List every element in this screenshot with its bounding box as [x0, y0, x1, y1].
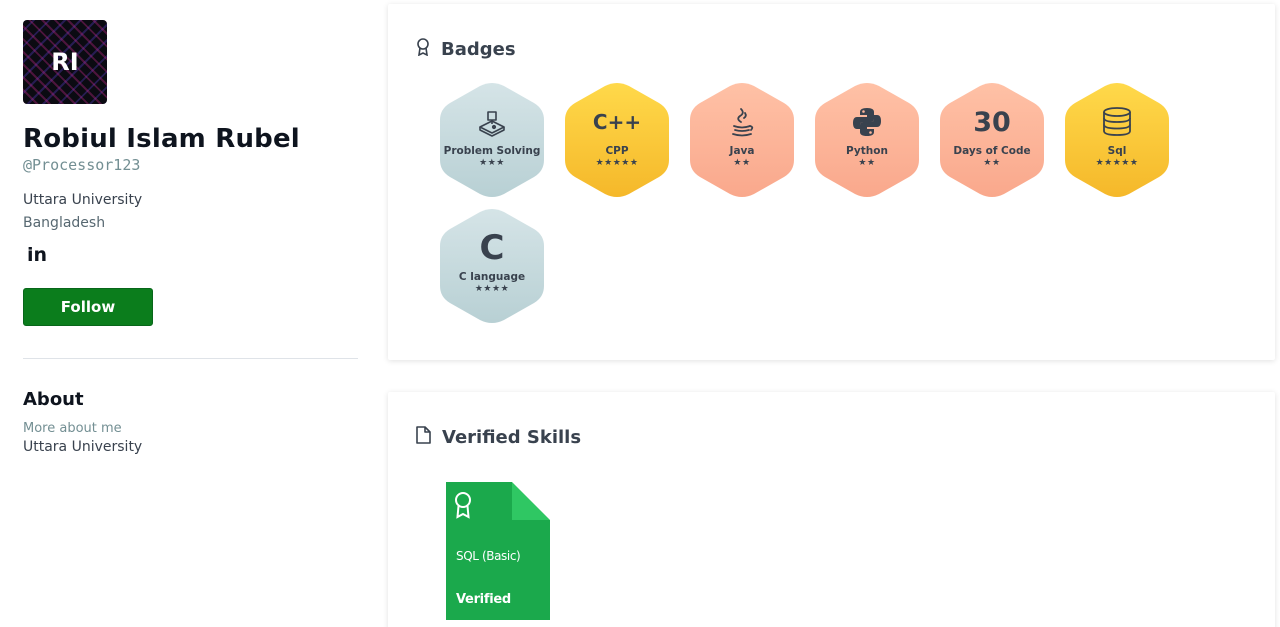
badge-stars: ★★	[858, 158, 876, 168]
badge-stars: ★★	[983, 158, 1001, 168]
badge-label: Sql	[1107, 145, 1127, 157]
badge-sql[interactable]: Sql ★★★★★	[1065, 82, 1169, 198]
verified-skills-header: Verified Skills	[416, 426, 581, 449]
badge-stars: ★★★★★	[595, 158, 639, 168]
badge-stars: ★★	[733, 158, 751, 168]
java-icon	[729, 106, 755, 138]
badge-label: Days of Code	[953, 145, 1031, 157]
badges-header: Badges	[416, 38, 516, 61]
skill-certificate-sql-basic[interactable]: SQL (Basic) Verified	[446, 482, 550, 620]
profile-school: Uttara University	[23, 192, 143, 208]
badges-card: Badges Problem Solving ★★★ C++ CPP ★★★★★…	[388, 4, 1275, 360]
about-subtitle: More about me	[23, 421, 122, 436]
python-icon	[852, 106, 882, 138]
profile-name: Robiul Islam Rubel	[23, 124, 300, 154]
badge-label: Java	[729, 145, 755, 157]
about-school: Uttara University	[23, 439, 143, 455]
cpp-icon-text: C++	[592, 110, 642, 134]
skill-status: Verified	[456, 592, 511, 607]
badge-java[interactable]: Java ★★	[690, 82, 794, 198]
avatar: RI	[23, 20, 107, 104]
document-icon	[416, 426, 431, 449]
c-icon: C	[479, 228, 505, 268]
badge-cpp[interactable]: C++ CPP ★★★★★	[565, 82, 669, 198]
problem-solving-icon	[477, 106, 507, 138]
badge-label: Python	[846, 145, 888, 157]
badge-label: C language	[458, 271, 526, 283]
verified-skills-card: Verified Skills SQL (Basic) Verified	[388, 392, 1275, 627]
skill-name: SQL (Basic)	[456, 549, 521, 563]
days-of-code-number: 30	[973, 106, 1011, 138]
badge-days-of-code[interactable]: 30 Days of Code ★★	[940, 82, 1044, 198]
database-icon	[1101, 106, 1133, 138]
badge-label: Problem Solving	[443, 145, 541, 157]
badge-stars: ★★★	[479, 158, 505, 168]
about-title: About	[23, 389, 84, 410]
profile-sidebar: RI Robiul Islam Rubel @Processor123 Utta…	[23, 20, 358, 455]
linkedin-icon[interactable]: in	[27, 244, 47, 266]
profile-handle: @Processor123	[23, 156, 141, 174]
badge-stars: ★★★★★	[1095, 158, 1139, 168]
certificate-ribbon-icon	[453, 491, 473, 523]
badge-ribbon-icon	[416, 38, 430, 61]
badge-c-language[interactable]: C C language ★★★★	[440, 208, 544, 324]
skill-card-fold	[512, 482, 550, 520]
days-of-code-icon: 30	[973, 106, 1011, 138]
follow-button[interactable]: Follow	[23, 288, 153, 326]
badge-stars: ★★★★	[474, 284, 510, 294]
badge-python[interactable]: Python ★★	[815, 82, 919, 198]
badge-label: CPP	[605, 145, 629, 157]
badge-problem-solving[interactable]: Problem Solving ★★★	[440, 82, 544, 198]
avatar-initials: RI	[51, 48, 79, 76]
verified-skills-title: Verified Skills	[442, 427, 582, 448]
sidebar-divider	[23, 358, 358, 359]
profile-country: Bangladesh	[23, 215, 106, 231]
cpp-icon: C++	[593, 106, 641, 138]
c-icon-letter: C	[479, 228, 505, 268]
badges-title: Badges	[441, 39, 516, 60]
